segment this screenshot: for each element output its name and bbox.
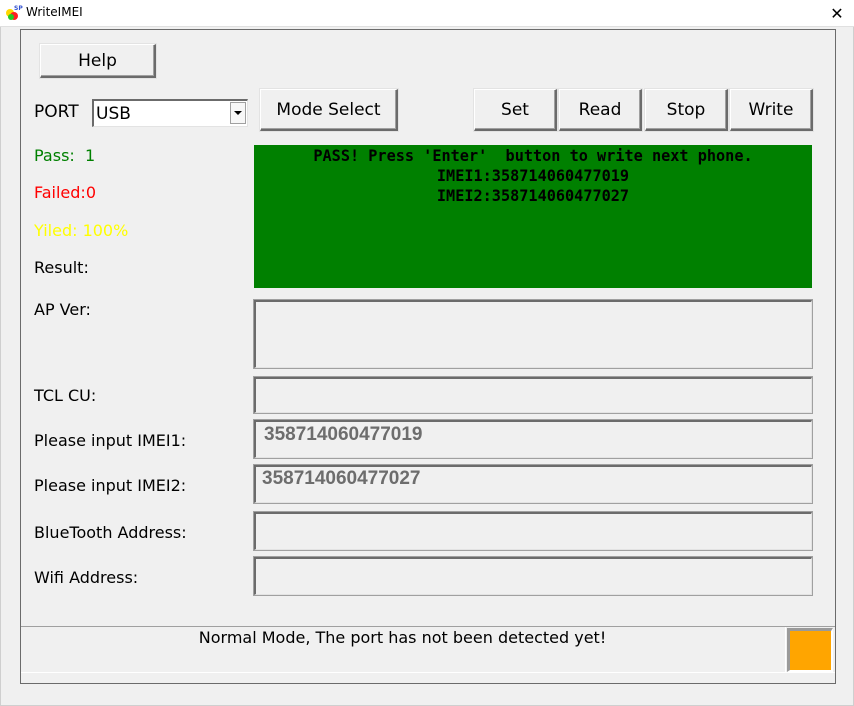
imei1-value: 358714060477019 — [264, 424, 423, 445]
pass-count: Pass: 1 — [34, 146, 96, 165]
ap-ver-field[interactable] — [254, 300, 812, 368]
imei2-input[interactable]: 358714060477027 — [254, 465, 812, 503]
mode-select-button[interactable]: Mode Select — [260, 89, 398, 131]
imei1-label: Please input IMEI1: — [34, 431, 187, 450]
window-border-left — [0, 27, 1, 706]
help-button[interactable]: Help — [40, 44, 156, 78]
imei2-value: 358714060477027 — [262, 468, 421, 489]
close-button[interactable]: ✕ — [820, 0, 854, 27]
read-label: Read — [578, 99, 622, 120]
bluetooth-address-field[interactable] — [254, 512, 812, 550]
stop-label: Stop — [666, 99, 706, 120]
ap-ver-label: AP Ver: — [34, 300, 91, 319]
failed-count: Failed:0 — [34, 183, 96, 202]
bluetooth-label: BlueTooth Address: — [34, 523, 187, 542]
set-button[interactable]: Set — [474, 89, 557, 131]
tcl-cu-field[interactable] — [254, 377, 812, 413]
mode-select-label: Mode Select — [276, 99, 381, 120]
result-label: Result: — [34, 258, 89, 277]
result-line-status: PASS! Press 'Enter' button to write next… — [313, 146, 753, 165]
status-message: Normal Mode, The port has not been detec… — [198, 628, 607, 647]
app-logo-icon: SP — [6, 5, 23, 20]
port-label: PORT — [34, 102, 79, 122]
status-bar: Normal Mode, The port has not been detec… — [21, 626, 835, 673]
status-indicator — [787, 628, 833, 672]
set-label: Set — [501, 99, 529, 120]
window-title: WriteIMEI — [26, 5, 83, 19]
wifi-label: Wifi Address: — [34, 568, 139, 587]
port-select-value: USB — [96, 104, 131, 124]
port-select[interactable]: USB — [92, 99, 248, 127]
result-line-imei2: IMEI2:358714060477027 — [436, 186, 630, 205]
yield-rate: Yiled: 100% — [34, 221, 129, 240]
port-dropdown-button[interactable] — [230, 102, 246, 124]
write-label: Write — [748, 99, 794, 120]
write-button[interactable]: Write — [730, 89, 813, 131]
close-icon: ✕ — [830, 4, 844, 23]
title-bar: SP WriteIMEI ✕ — [0, 0, 854, 27]
imei2-label: Please input IMEI2: — [34, 476, 187, 495]
tcl-cu-label: TCL CU: — [34, 386, 97, 405]
wifi-address-field[interactable] — [254, 557, 812, 595]
svg-text:SP: SP — [14, 5, 23, 12]
imei1-input[interactable]: 358714060477019 — [254, 420, 812, 458]
status-divider — [785, 627, 786, 673]
stop-button[interactable]: Stop — [645, 89, 728, 131]
read-button[interactable]: Read — [559, 89, 642, 131]
chevron-down-icon — [234, 111, 242, 115]
result-panel: PASS! Press 'Enter' button to write next… — [254, 145, 812, 288]
help-button-label: Help — [78, 50, 117, 71]
result-line-imei1: IMEI1:358714060477019 — [436, 166, 630, 185]
